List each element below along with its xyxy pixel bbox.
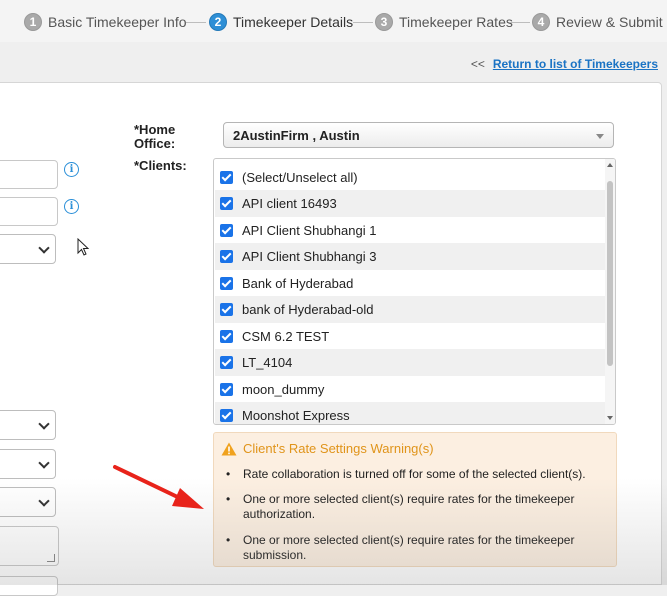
checkbox-checked[interactable] xyxy=(220,355,233,369)
client-option-select-all[interactable]: (Select/Unselect all) xyxy=(215,164,606,191)
checkbox-checked[interactable] xyxy=(220,223,233,237)
red-arrow-annotation-icon xyxy=(113,465,204,509)
rate-settings-warning: Client's Rate Settings Warning(s) • Rate … xyxy=(213,432,617,567)
client-label: API Client Shubhangi 1 xyxy=(242,222,377,238)
return-link-label: Return to list of Timekeepers xyxy=(492,57,658,71)
chevron-down-icon xyxy=(38,457,50,469)
clients-multiselect[interactable]: (Select/Unselect all) API client 16493 A… xyxy=(213,158,616,425)
scrollbar-thumb[interactable] xyxy=(607,181,613,366)
chevron-down-icon xyxy=(38,242,50,254)
step-number: 4 xyxy=(532,13,550,31)
client-option[interactable]: bank of Hyderabad-old xyxy=(215,296,606,323)
step-label: Timekeeper Details xyxy=(233,14,354,30)
client-label: Moonshot Express xyxy=(242,407,350,423)
warning-item: • One or more selected client(s) require … xyxy=(226,492,575,521)
dropdown-arrow-icon xyxy=(596,134,604,139)
client-label: API client 16493 xyxy=(242,195,337,211)
textarea-field[interactable] xyxy=(0,526,59,566)
client-label: CSM 6.2 TEST xyxy=(242,328,330,344)
home-office-select[interactable]: 2AustinFirm , Austin xyxy=(223,122,614,148)
checkbox-checked[interactable] xyxy=(220,249,233,263)
step-timekeeper-details[interactable]: 2 Timekeeper Details xyxy=(209,12,353,32)
warning-icon xyxy=(221,442,237,455)
select-field-3[interactable] xyxy=(0,449,56,479)
client-option[interactable]: Bank of Hyderabad xyxy=(215,270,606,297)
checkbox-checked[interactable] xyxy=(220,408,233,422)
client-label: Bank of Hyderabad xyxy=(242,275,354,291)
select-field-2[interactable] xyxy=(0,410,56,440)
client-option[interactable]: moon_dummy xyxy=(215,376,606,403)
info-icon[interactable]: i xyxy=(64,199,79,214)
clients-label: *Clients: xyxy=(134,158,187,173)
text-input-3[interactable] xyxy=(0,576,58,596)
client-option[interactable]: API Client Shubhangi 3 xyxy=(215,243,606,270)
info-icon[interactable]: i xyxy=(64,162,79,177)
home-office-label-line1: *Home xyxy=(134,122,176,137)
step-number: 3 xyxy=(375,13,393,31)
checkbox-checked[interactable] xyxy=(220,170,233,184)
client-option[interactable]: API Client Shubhangi 1 xyxy=(215,217,606,244)
step-label: Basic Timekeeper Info xyxy=(48,14,187,30)
home-office-label-line2: Office: xyxy=(134,136,176,151)
chevron-down-icon xyxy=(38,418,50,430)
home-office-label: *Home Office: xyxy=(134,123,175,151)
step-connector xyxy=(186,22,206,23)
warning-item: • One or more selected client(s) require … xyxy=(226,533,575,562)
step-review-submit[interactable]: 4 Review & Submit xyxy=(532,12,663,32)
client-label: (Select/Unselect all) xyxy=(242,169,358,185)
return-to-list-link[interactable]: << Return to list of Timekeepers xyxy=(471,57,658,71)
select-field-1[interactable] xyxy=(0,234,56,264)
wizard-stepper: 1 Basic Timekeeper Info 2 Timekeeper Det… xyxy=(0,0,667,42)
warning-title-text: Client's Rate Settings Warning(s) xyxy=(243,441,434,456)
text-input-2[interactable] xyxy=(0,197,58,226)
client-label: moon_dummy xyxy=(242,381,325,397)
resize-handle[interactable] xyxy=(47,554,55,562)
select-field-4[interactable] xyxy=(0,487,56,517)
checkbox-checked[interactable] xyxy=(220,302,233,316)
warning-title: Client's Rate Settings Warning(s) xyxy=(221,441,434,456)
scroll-up-icon[interactable] xyxy=(607,163,613,167)
step-number: 2 xyxy=(209,13,227,31)
step-timekeeper-rates[interactable]: 3 Timekeeper Rates xyxy=(375,12,513,32)
double-chevron-left-icon: << xyxy=(470,57,485,71)
scroll-down-icon[interactable] xyxy=(607,416,613,420)
client-option[interactable]: CSM 6.2 TEST xyxy=(215,323,606,350)
step-connector xyxy=(510,22,530,23)
client-option[interactable]: LT_4104 xyxy=(215,349,606,376)
chevron-down-icon xyxy=(38,495,50,507)
step-basic-timekeeper-info[interactable]: 1 Basic Timekeeper Info xyxy=(24,12,187,32)
home-office-value: 2AustinFirm , Austin xyxy=(233,128,360,143)
step-label: Timekeeper Rates xyxy=(399,14,513,30)
client-label: API Client Shubhangi 3 xyxy=(242,248,377,264)
clients-scrollbar[interactable] xyxy=(605,159,615,424)
client-label: bank of Hyderabad-old xyxy=(242,301,374,317)
client-option[interactable]: Moonshot Express xyxy=(215,402,606,424)
checkbox-checked[interactable] xyxy=(220,329,233,343)
cursor-icon xyxy=(77,238,90,256)
checkbox-checked[interactable] xyxy=(220,276,233,290)
client-label: LT_4104 xyxy=(242,354,293,370)
warning-item: • Rate collaboration is turned off for so… xyxy=(226,467,586,481)
step-label: Review & Submit xyxy=(556,14,663,30)
checkbox-checked[interactable] xyxy=(220,382,233,396)
client-option[interactable]: API client 16493 xyxy=(215,190,606,217)
text-input-1[interactable] xyxy=(0,160,58,189)
checkbox-checked[interactable] xyxy=(220,196,233,210)
step-connector xyxy=(353,22,373,23)
step-number: 1 xyxy=(24,13,42,31)
